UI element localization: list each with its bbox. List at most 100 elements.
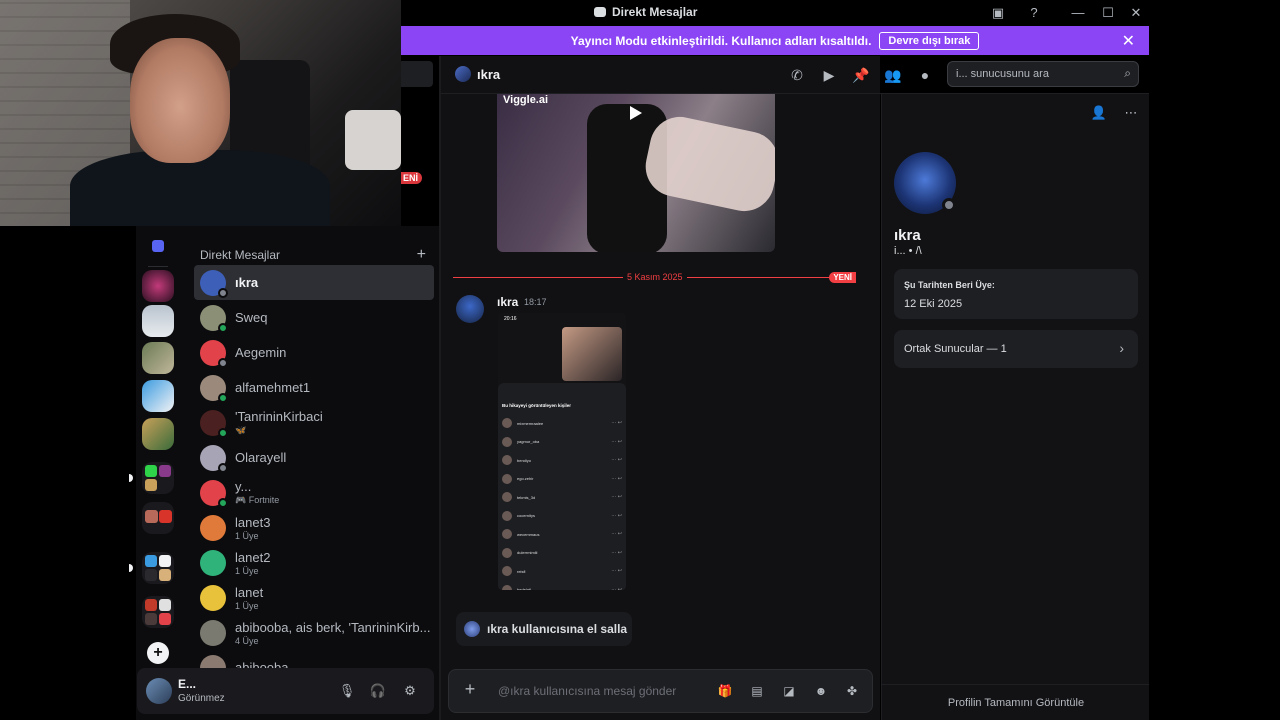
viewer-row: ego.zehir ⋯ ↩ bbox=[502, 472, 622, 486]
help-icon[interactable]: ? bbox=[1024, 3, 1044, 23]
dm-home-icon bbox=[152, 240, 164, 252]
search-input[interactable]: i... sunucusunu ara ⌕ bbox=[947, 61, 1139, 87]
message-input[interactable]: @ıkra kullanıcısına mesaj gönder bbox=[498, 684, 676, 698]
dm-name: y... bbox=[235, 479, 252, 494]
gift-icon[interactable]: 🎁 bbox=[716, 682, 734, 700]
profile-tag: i... • /\ bbox=[894, 245, 922, 257]
server-folder-4[interactable] bbox=[142, 596, 174, 628]
server-icon-5[interactable] bbox=[142, 418, 174, 450]
view-full-profile-button[interactable]: Profilin Tamamını Görüntüle bbox=[882, 684, 1150, 720]
dm-text: lanet2 1 Üye bbox=[235, 550, 270, 576]
server-icon-3[interactable] bbox=[142, 342, 174, 374]
user-status: Görünmez bbox=[178, 693, 225, 704]
headphones-icon[interactable]: 🎧 bbox=[369, 682, 387, 700]
emoji-icon[interactable]: ☻ bbox=[812, 682, 830, 700]
viewer-name: ego.zehir bbox=[517, 476, 534, 481]
message-avatar[interactable] bbox=[456, 295, 484, 323]
phone-icon[interactable]: ✆ bbox=[788, 66, 806, 84]
viewer-name: reisfl bbox=[517, 568, 526, 574]
server-folder-2[interactable] bbox=[142, 502, 174, 534]
play-icon[interactable] bbox=[630, 106, 642, 120]
viewer-row: bedelatl ⋯ ↩ bbox=[502, 583, 622, 590]
face bbox=[130, 38, 230, 163]
dm-text: ıkra bbox=[235, 275, 258, 290]
gear-icon[interactable]: ⚙ bbox=[401, 682, 419, 700]
dm-item[interactable]: Olarayell bbox=[194, 440, 434, 475]
search-placeholder: i... sunucusunu ara bbox=[956, 68, 1049, 80]
close-banner-icon[interactable]: ✕ bbox=[1122, 31, 1135, 51]
mic-icon[interactable]: 🎙 bbox=[338, 682, 356, 700]
dm-name: 'TanrininKirbaci bbox=[235, 409, 323, 424]
viewer-avatar bbox=[502, 566, 512, 576]
add-friend-icon[interactable]: 👥 bbox=[884, 66, 902, 84]
viewer-panel-title: Bu hikayeyi görüntüleyen kişiler bbox=[502, 403, 572, 408]
server-folder-1[interactable] bbox=[142, 462, 174, 494]
add-server-button[interactable]: + bbox=[147, 642, 169, 664]
close-window-button[interactable]: ✕ bbox=[1126, 3, 1146, 23]
dm-item[interactable]: lanet2 1 Üye bbox=[194, 545, 434, 580]
dm-item[interactable]: 'TanrininKirbaci 🦋 bbox=[194, 405, 434, 440]
message-author[interactable]: ıkra bbox=[497, 295, 518, 309]
pin-icon[interactable]: 📌 bbox=[852, 66, 870, 84]
direct-messages-home-button[interactable] bbox=[144, 232, 172, 260]
viewer-name: yagmur_oba bbox=[517, 439, 540, 444]
dm-list: ıkra Sweq Aegemin alfamehmet1 'TanrininKirba… bbox=[194, 265, 434, 685]
server-folder-3[interactable] bbox=[142, 552, 174, 584]
viewer-row: wecemmaus ⋯ ↩ bbox=[502, 527, 622, 541]
dm-avatar bbox=[200, 619, 226, 646]
recipient-name[interactable]: ıkra bbox=[477, 67, 500, 82]
dm-item[interactable]: Aegemin bbox=[194, 335, 434, 370]
user-name[interactable]: E... bbox=[178, 677, 196, 691]
server-icon-4[interactable] bbox=[142, 380, 174, 412]
viewer-name: cocernitys bbox=[517, 513, 536, 518]
create-dm-icon[interactable]: + bbox=[417, 246, 426, 264]
dm-item[interactable]: alfamehmet1 bbox=[194, 370, 434, 405]
maximize-button[interactable]: ☐ bbox=[1098, 3, 1118, 23]
chat-header: ıkra ✆ ▶ 📌 👥 ● i... sunucusunu ara ⌕ bbox=[441, 56, 1149, 94]
wave-button[interactable]: ıkra kullanıcısına el salla bbox=[456, 612, 632, 646]
image-attachment[interactable]: 20:16 Bu hikayeyi görüntüleyen kişiler m… bbox=[498, 313, 626, 590]
gif-icon[interactable]: ▤ bbox=[748, 682, 766, 700]
viewer-row: yagmur_oba ⋯ ↩ bbox=[502, 435, 622, 449]
dm-text: 'TanrininKirbaci 🦋 bbox=[235, 409, 323, 436]
viewer-panel: Bu hikayeyi görüntüleyen kişiler mixmemr… bbox=[498, 383, 626, 590]
dm-item[interactable]: abibooba, ais berk, 'TanrininKirb... 4 Üy… bbox=[194, 615, 434, 650]
phone-camera-preview bbox=[562, 327, 622, 381]
dm-name: Sweq bbox=[235, 310, 268, 325]
disable-streamer-mode-button[interactable]: Devre dışı bırak bbox=[879, 31, 980, 50]
discord-logo-icon bbox=[594, 7, 606, 17]
attach-plus-icon[interactable]: + bbox=[461, 680, 479, 698]
user-profile-icon[interactable]: ● bbox=[916, 66, 934, 84]
video-embed[interactable]: Viggle.ai bbox=[497, 94, 775, 252]
window-title: Direkt Mesajlar bbox=[612, 5, 698, 19]
new-messages-badge-left[interactable]: ENİ bbox=[399, 172, 423, 184]
minimize-button[interactable]: — bbox=[1068, 3, 1088, 23]
video-icon[interactable]: ▶ bbox=[820, 66, 838, 84]
viewer-avatar bbox=[502, 436, 512, 447]
dm-item[interactable]: ıkra bbox=[194, 265, 434, 300]
chevron-right-icon: › bbox=[1119, 340, 1124, 356]
user-avatar[interactable] bbox=[146, 678, 172, 704]
find-conversation-input[interactable] bbox=[401, 61, 433, 87]
mutual-servers-row[interactable]: Ortak Sunucular — 1 › bbox=[894, 330, 1138, 368]
server-icon-2[interactable] bbox=[142, 305, 174, 337]
status-indicator bbox=[218, 497, 228, 508]
dm-item[interactable]: lanet 1 Üye bbox=[194, 580, 434, 615]
dm-item[interactable]: Sweq bbox=[194, 300, 434, 335]
more-options-icon[interactable]: ⋯ bbox=[1122, 104, 1140, 122]
sticker-icon[interactable]: ◪ bbox=[780, 682, 798, 700]
server-icon-1[interactable] bbox=[142, 270, 174, 302]
viewer-row: dulerrmimlii ⋯ ↩ bbox=[502, 546, 622, 560]
dm-avatar bbox=[200, 584, 226, 611]
webcam-overlay bbox=[0, 0, 401, 226]
profile-avatar[interactable] bbox=[890, 148, 960, 218]
profile-status-dot bbox=[942, 198, 956, 212]
phone-status-time: 20:16 bbox=[504, 316, 517, 322]
screen-share-icon[interactable]: ▣ bbox=[988, 3, 1008, 23]
apps-icon[interactable]: ✤ bbox=[843, 682, 861, 700]
dm-avatar bbox=[200, 304, 228, 333]
viewer-avatar bbox=[502, 510, 512, 521]
dm-item[interactable]: y... 🎮 Fortnite bbox=[194, 475, 434, 510]
add-friend-profile-icon[interactable]: 👤 bbox=[1090, 104, 1108, 122]
dm-item[interactable]: lanet3 1 Üye bbox=[194, 510, 434, 545]
